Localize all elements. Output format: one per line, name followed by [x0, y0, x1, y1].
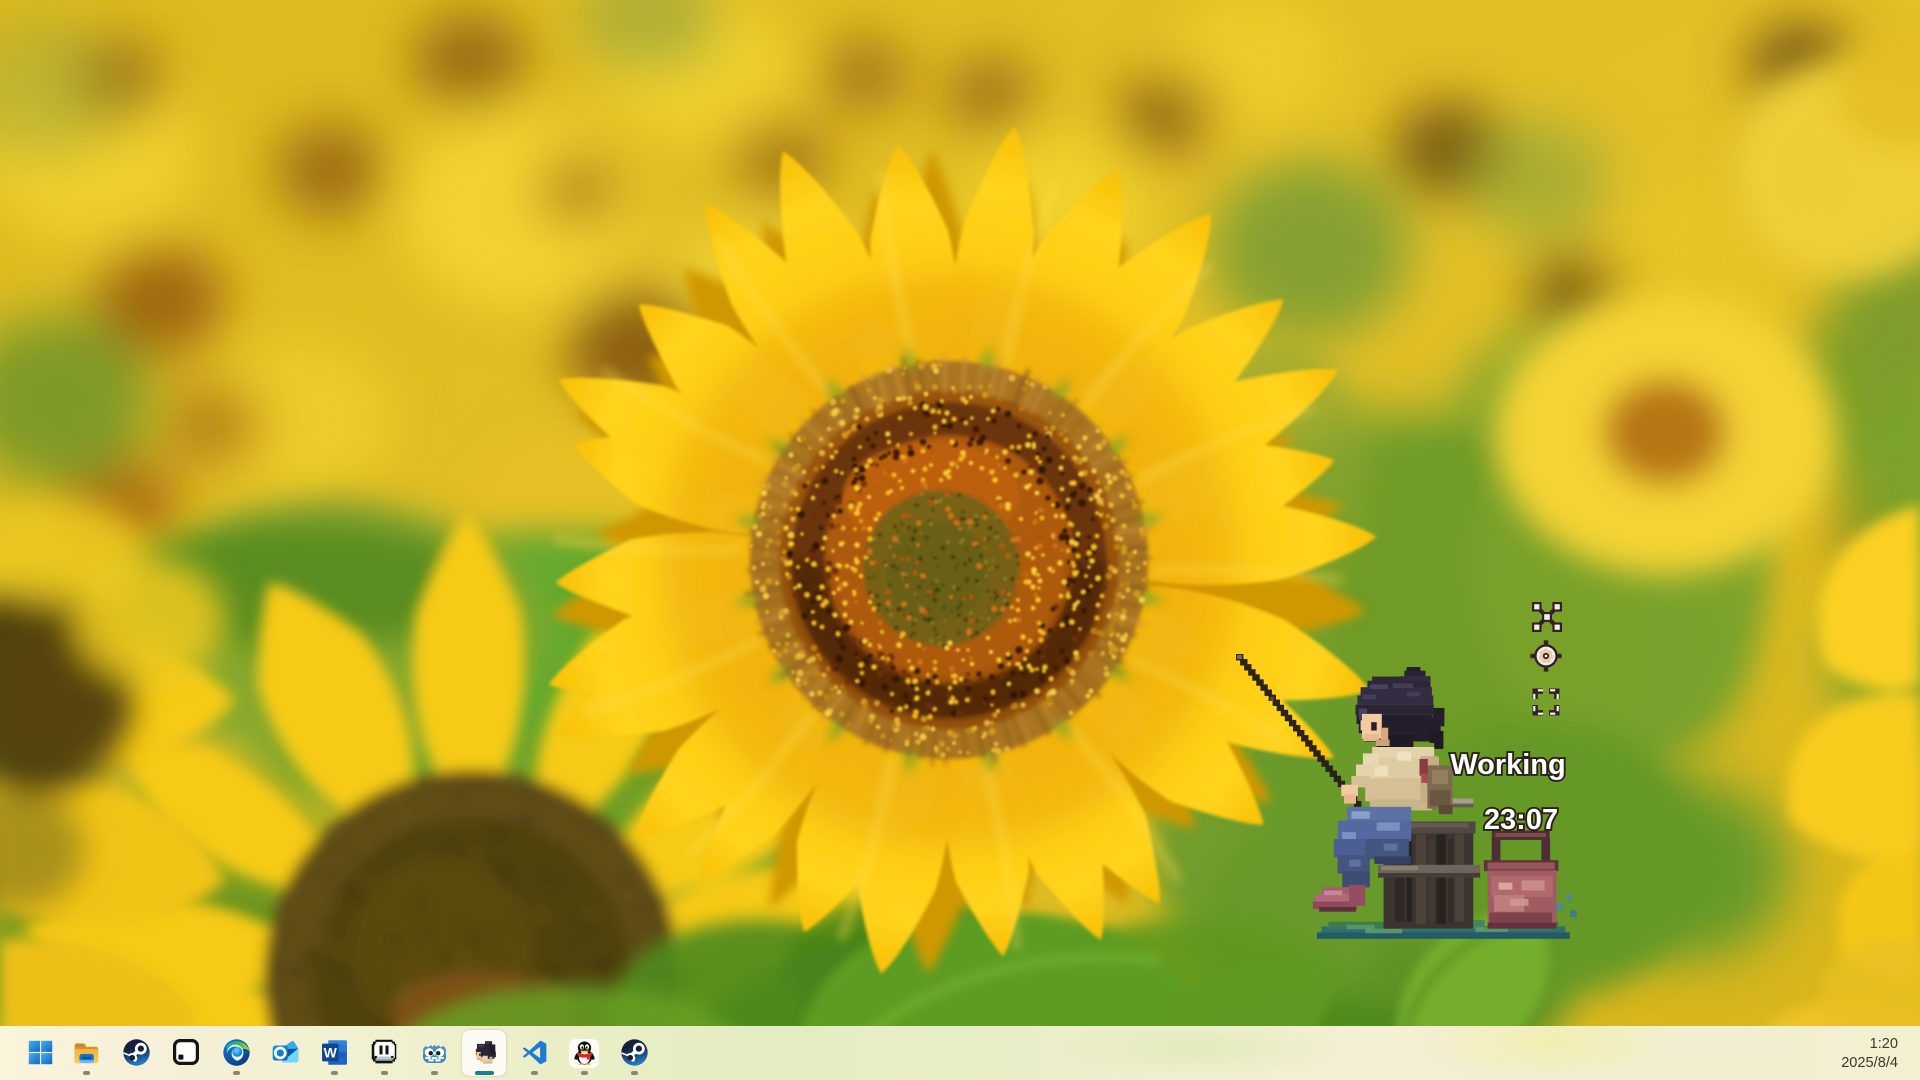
svg-text:Working: Working	[1450, 749, 1565, 781]
svg-text:23:07: 23:07	[1484, 804, 1558, 836]
svg-text:W: W	[323, 1044, 337, 1060]
